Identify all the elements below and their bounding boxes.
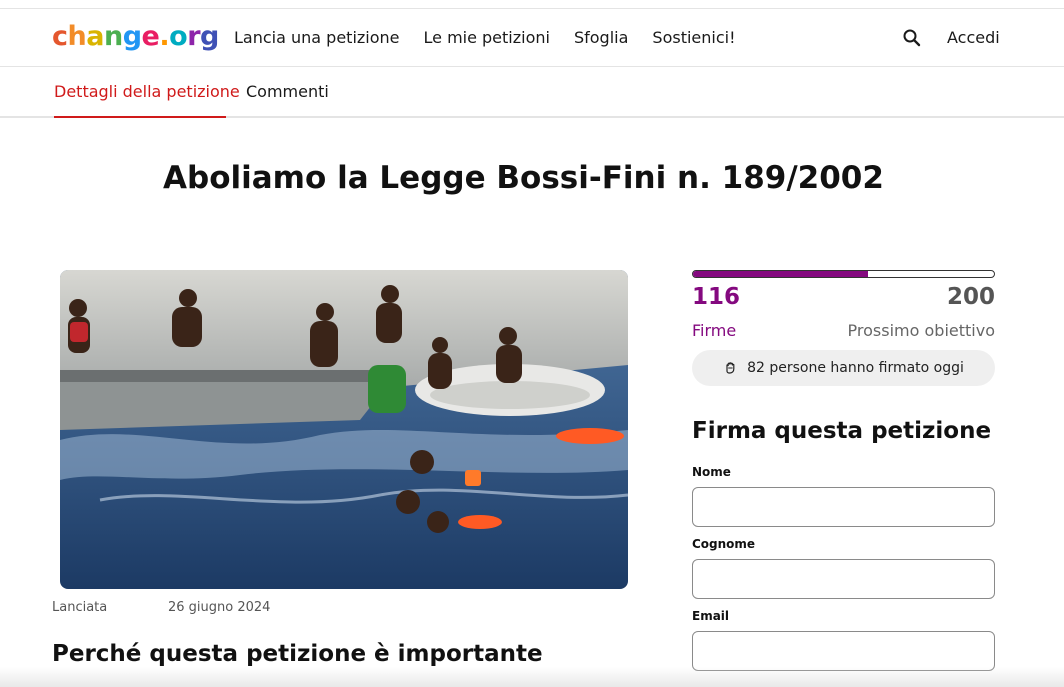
launched-label: Lanciata xyxy=(52,600,108,615)
first-name-label: Nome xyxy=(692,465,731,479)
why-heading: Perché questa petizione è importante xyxy=(52,641,543,667)
email-label: Email xyxy=(692,609,730,623)
tab-petition-details[interactable]: Dettagli della petizione xyxy=(54,82,240,101)
sign-form-heading: Firma questa petizione xyxy=(692,418,992,444)
active-tab-indicator xyxy=(54,116,226,118)
petition-title: Aboliamo la Legge Bossi-Fini n. 189/2002 xyxy=(163,160,884,196)
login-link[interactable]: Accedi xyxy=(947,28,1000,47)
rescue-photo xyxy=(60,270,628,589)
email-field[interactable] xyxy=(692,631,995,671)
change-org-logo[interactable]: change.org xyxy=(52,22,219,52)
main-nav: Lancia una petizione Le mie petizioni Sf… xyxy=(234,28,760,47)
petition-image xyxy=(60,270,628,589)
last-name-label: Cognome xyxy=(692,537,756,551)
signed-today-badge: 82 persone hanno firmato oggi xyxy=(692,350,995,386)
petition-tabs: Dettagli della petizione Commenti xyxy=(0,67,1064,118)
nav-browse[interactable]: Sfoglia xyxy=(574,28,628,47)
first-name-field[interactable] xyxy=(692,487,995,527)
signature-progress-bar xyxy=(692,270,995,278)
raised-fist-icon xyxy=(726,362,735,374)
signed-today-text: 82 persone hanno firmato oggi xyxy=(747,360,964,376)
signature-count-label: Firme xyxy=(692,321,737,340)
bottom-scroll-fade xyxy=(0,667,1064,687)
nav-my-petitions[interactable]: Le mie petizioni xyxy=(424,28,550,47)
signature-goal-label: Prossimo obiettivo xyxy=(847,321,995,340)
site-header: change.org Lancia una petizione Le mie p… xyxy=(0,9,1064,67)
last-name-field[interactable] xyxy=(692,559,995,599)
tab-comments[interactable]: Commenti xyxy=(246,82,329,101)
launched-date: 26 giugno 2024 xyxy=(168,600,271,615)
signature-goal: 200 xyxy=(946,284,995,310)
search-icon[interactable] xyxy=(902,28,922,48)
signature-count: 116 xyxy=(692,284,741,310)
signature-progress-fill xyxy=(693,271,868,277)
nav-support-us[interactable]: Sostienici! xyxy=(652,28,735,47)
nav-start-petition[interactable]: Lancia una petizione xyxy=(234,28,400,47)
